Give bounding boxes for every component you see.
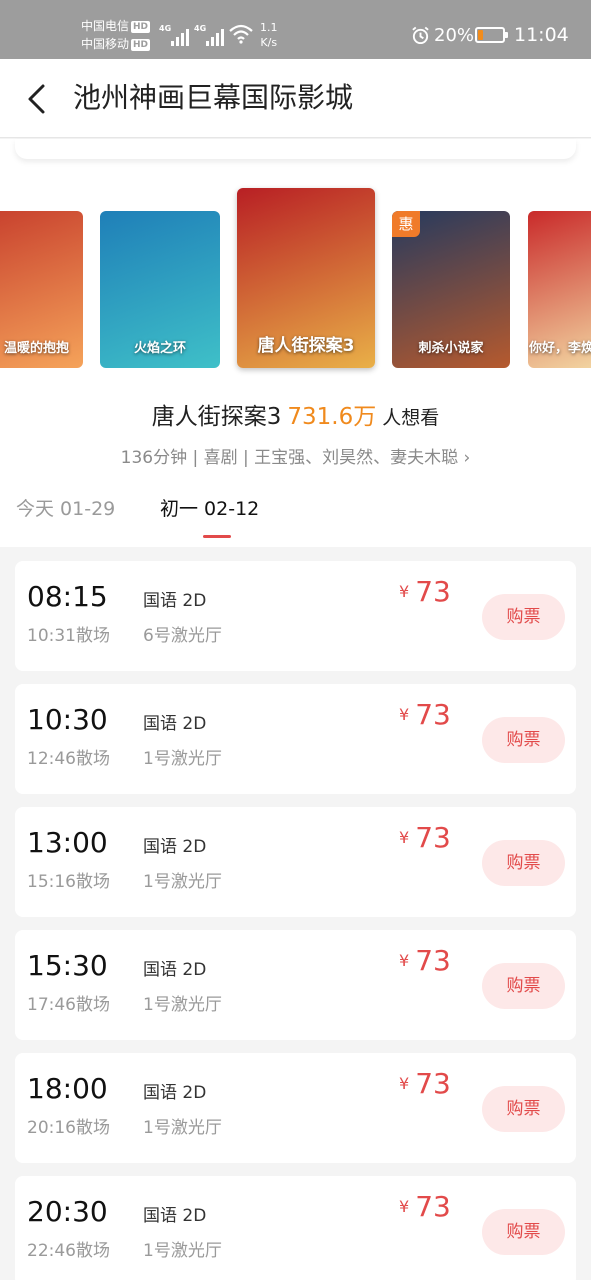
- wifi-icon: [229, 24, 253, 44]
- price: ¥73: [399, 1190, 451, 1223]
- showtime-card[interactable]: 08:15 10:31散场 国语 2D 6号激光厅 ¥73 购票: [15, 561, 576, 671]
- start-time: 18:00: [27, 1072, 108, 1105]
- currency-symbol: ¥: [399, 951, 410, 970]
- signal-icon: 4G: [194, 24, 224, 46]
- buy-ticket-button[interactable]: 购票: [482, 1209, 565, 1255]
- end-time: 20:16散场: [27, 1118, 110, 1138]
- movie-section: 温暖的抱抱火焰之环唐人街探案3刺杀小说家惠你好，李焕英 唐人街探案3731.6万…: [0, 139, 591, 547]
- hall-name: 1号激光厅: [143, 1118, 222, 1138]
- battery-level: [478, 30, 483, 40]
- movie-name: 唐人街探案3: [151, 404, 282, 430]
- cinema-card-bottom: [15, 139, 576, 159]
- movie-poster[interactable]: 火焰之环: [100, 211, 220, 368]
- currency-symbol: ¥: [399, 705, 410, 724]
- language-format: 国语 2D: [143, 714, 207, 734]
- header: 池州神画巨幕国际影城: [0, 59, 591, 138]
- clock: 11:04: [514, 24, 569, 46]
- end-time: 15:16散场: [27, 872, 110, 892]
- price: ¥73: [399, 821, 451, 854]
- currency-symbol: ¥: [399, 1197, 410, 1216]
- showtime-card[interactable]: 20:30 22:46散场 国语 2D 1号激光厅 ¥73 购票: [15, 1176, 576, 1280]
- movie-poster[interactable]: 温暖的抱抱: [0, 211, 83, 368]
- movie-poster[interactable]: 刺杀小说家 惠: [392, 211, 510, 368]
- start-time: 08:15: [27, 580, 108, 613]
- start-time: 10:30: [27, 703, 108, 736]
- status-bar: 中国电信 HD 中国移动 HD 4G 4G 1.1 K/s 20% 11:04: [0, 0, 591, 59]
- hall-name: 1号激光厅: [143, 749, 222, 769]
- end-time: 22:46散场: [27, 1241, 110, 1261]
- hall-name: 6号激光厅: [143, 626, 222, 646]
- tab-today[interactable]: 今天 01-29: [16, 494, 115, 521]
- battery-percent: 20%: [434, 25, 475, 46]
- poster-title: 温暖的抱抱: [3, 341, 69, 356]
- language-format: 国语 2D: [143, 837, 207, 857]
- language-format: 国语 2D: [143, 1206, 207, 1226]
- price-amount: 73: [415, 944, 451, 977]
- tab-chuyi[interactable]: 初一 02-12: [160, 494, 259, 521]
- price: ¥73: [399, 698, 451, 731]
- buy-ticket-button[interactable]: 购票: [482, 594, 565, 640]
- movie-info[interactable]: 136分钟 | 喜剧 | 王宝强、刘昊然、妻夫木聪 ›: [0, 443, 591, 468]
- hd-badge: HD: [131, 39, 151, 51]
- hall-name: 1号激光厅: [143, 872, 222, 892]
- network-speed: 1.1 K/s: [260, 21, 278, 49]
- buy-ticket-button[interactable]: 购票: [482, 840, 565, 886]
- showtime-card[interactable]: 13:00 15:16散场 国语 2D 1号激光厅 ¥73 购票: [15, 807, 576, 917]
- want-label: 人想看: [382, 407, 440, 429]
- back-arrow-icon[interactable]: [22, 81, 52, 117]
- end-time: 17:46散场: [27, 995, 110, 1015]
- poster-title: 火焰之环: [133, 341, 186, 356]
- buy-ticket-button[interactable]: 购票: [482, 1086, 565, 1132]
- price-amount: 73: [415, 821, 451, 854]
- showtime-card[interactable]: 18:00 20:16散场 国语 2D 1号激光厅 ¥73 购票: [15, 1053, 576, 1163]
- price-amount: 73: [415, 1190, 451, 1223]
- language-format: 国语 2D: [143, 960, 207, 980]
- buy-ticket-button[interactable]: 购票: [482, 717, 565, 763]
- hall-name: 1号激光厅: [143, 1241, 222, 1261]
- battery-icon: [475, 27, 508, 43]
- poster-title: 你好，李焕英: [528, 341, 591, 356]
- active-tab-indicator: [203, 535, 231, 538]
- carrier-2: 中国移动: [81, 37, 130, 51]
- want-count: 731.6万: [287, 404, 377, 430]
- buy-ticket-button[interactable]: 购票: [482, 963, 565, 1009]
- price: ¥73: [399, 1067, 451, 1100]
- movie-title-row: 唐人街探案3 731.6万 人想看: [0, 397, 591, 431]
- showtime-card[interactable]: 15:30 17:46散场 国语 2D 1号激光厅 ¥73 购票: [15, 930, 576, 1040]
- price-amount: 73: [415, 698, 451, 731]
- currency-symbol: ¥: [399, 1074, 410, 1093]
- poster-title: 唐人街探案3: [257, 336, 355, 356]
- price: ¥73: [399, 575, 451, 608]
- currency-symbol: ¥: [399, 828, 410, 847]
- start-time: 15:30: [27, 949, 108, 982]
- showtime-card[interactable]: 10:30 12:46散场 国语 2D 1号激光厅 ¥73 购票: [15, 684, 576, 794]
- carrier-info: 中国电信 HD 中国移动 HD: [81, 17, 151, 53]
- end-time: 12:46散场: [27, 749, 110, 769]
- start-time: 20:30: [27, 1195, 108, 1228]
- currency-symbol: ¥: [399, 582, 410, 601]
- hd-badge: HD: [131, 21, 151, 33]
- price-amount: 73: [415, 1067, 451, 1100]
- movie-poster[interactable]: 你好，李焕英: [528, 211, 591, 368]
- start-time: 13:00: [27, 826, 108, 859]
- discount-badge: 惠: [392, 211, 420, 237]
- poster-title: 刺杀小说家: [418, 341, 484, 356]
- language-format: 国语 2D: [143, 1083, 207, 1103]
- signal-icon: 4G: [159, 24, 189, 46]
- movie-poster[interactable]: 唐人街探案3: [237, 188, 375, 368]
- carrier-1: 中国电信: [81, 19, 130, 33]
- date-tabs: 今天 01-29 初一 02-12: [0, 494, 591, 547]
- alarm-icon: [412, 26, 429, 45]
- language-format: 国语 2D: [143, 591, 207, 611]
- end-time: 10:31散场: [27, 626, 110, 646]
- price-amount: 73: [415, 575, 451, 608]
- page-title: 池州神画巨幕国际影城: [73, 81, 354, 114]
- hall-name: 1号激光厅: [143, 995, 222, 1015]
- price: ¥73: [399, 944, 451, 977]
